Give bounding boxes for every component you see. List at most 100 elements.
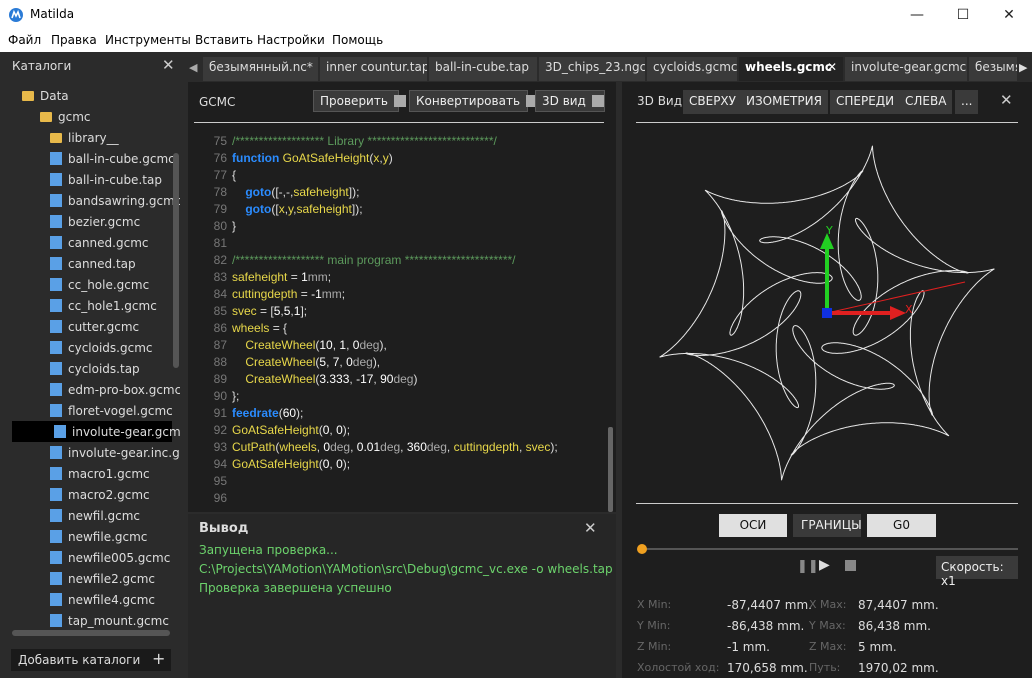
code-line: 84 cuttingdepth = -1mm;: [188, 287, 345, 304]
view-top-button[interactable]: СВЕРХУ: [683, 90, 742, 114]
convert-button[interactable]: Конвертировать: [409, 90, 539, 112]
pause-icon[interactable]: ❚❚: [797, 559, 819, 574]
tree-file[interactable]: cc_hole1.gcmc: [50, 295, 157, 316]
y-axis-label: Y: [825, 224, 833, 237]
add-catalog-button[interactable]: Добавить каталоги +: [11, 649, 171, 671]
tree-file[interactable]: newfile2.gcmc: [50, 568, 155, 589]
tree-file[interactable]: bezier.gcmc: [50, 211, 140, 232]
code-token: 1: [301, 270, 308, 284]
tab-close-icon[interactable]: ✕: [827, 60, 837, 74]
tree-file[interactable]: involute-gear.inc.gcmc: [50, 442, 180, 463]
code-token: cuttingdepth: [232, 287, 298, 301]
z-axis-origin: [822, 308, 832, 318]
tab-item[interactable]: inner countur.tap*: [320, 57, 427, 81]
speed-button[interactable]: Скорость: x1: [936, 556, 1018, 588]
code-line: 94 GoAtSafeHeight(0, 0);: [188, 457, 350, 474]
code-token: mm: [321, 287, 342, 301]
code-token: CreateWheel: [245, 355, 316, 369]
view-isometric-button[interactable]: ИЗОМЕТРИЯ: [740, 90, 828, 114]
tree-item-label: tap_mount.gcmc: [68, 613, 169, 628]
tab-item[interactable]: безымя: [969, 57, 1017, 81]
tree-file[interactable]: newfile005.gcmc: [50, 547, 170, 568]
tab-item[interactable]: безымянный.nc*: [203, 57, 318, 81]
stop-icon[interactable]: [845, 560, 856, 571]
tree-file[interactable]: edm-pro-box.gcmc: [50, 379, 180, 400]
code-token: /******************* Library ***********…: [232, 134, 497, 148]
menu-help[interactable]: Помощь: [332, 33, 383, 47]
tree-file[interactable]: canned.tap: [50, 253, 136, 274]
view3d-close-icon[interactable]: ✕: [1000, 91, 1013, 109]
tree-file[interactable]: cycloids.tap: [50, 358, 140, 379]
menu-file[interactable]: Файл: [8, 33, 41, 47]
code-line: 88 CreateWheel(5, 7, 0deg),: [188, 355, 381, 372]
file-icon: [50, 488, 62, 501]
menu-insert[interactable]: Вставить: [195, 33, 253, 47]
g0-toggle-button[interactable]: G0: [867, 514, 936, 537]
tab-item[interactable]: 3D_chips_23.ngc: [539, 57, 645, 81]
tree-file[interactable]: bandsawring.gcmc: [50, 190, 180, 211]
code-token: ,: [350, 440, 357, 454]
viewport-3d[interactable]: Y X: [622, 127, 1032, 497]
tree-file[interactable]: floret-vogel.gcmc: [50, 400, 173, 421]
catalog-close-icon[interactable]: ✕: [162, 56, 175, 74]
catalog-title: Каталоги: [12, 59, 72, 73]
code-area[interactable]: 75 /******************* Library *********…: [188, 132, 606, 512]
tree-file[interactable]: macro1.gcmc: [50, 463, 150, 484]
code-token: {: [232, 168, 237, 182]
code-line: 85 svec = [5,5,1];: [188, 304, 307, 321]
tree-file[interactable]: newfile.gcmc: [50, 526, 147, 547]
maximize-button[interactable]: ☐: [940, 0, 986, 30]
tree-file[interactable]: macro2.gcmc: [50, 484, 150, 505]
check-button[interactable]: Проверить: [313, 90, 406, 112]
view-front-button[interactable]: СПЕРЕДИ: [830, 90, 901, 114]
code-token: ,: [518, 440, 526, 454]
output-line: C:\Projects\YAMotion\YAMotion\src\Debug\…: [199, 562, 615, 576]
tree-file[interactable]: tap_mount.gcmc: [50, 610, 169, 630]
tree-folder[interactable]: library__: [50, 127, 119, 148]
divider: [194, 122, 604, 123]
view3d-button[interactable]: 3D вид: [535, 90, 605, 112]
axes-toggle-button[interactable]: ОСИ: [719, 514, 787, 537]
view-left-button[interactable]: СЛЕВА: [899, 90, 953, 114]
tree-file[interactable]: newfil.gcmc: [50, 505, 140, 526]
tab-item[interactable]: involute-gear.gcmc: [845, 57, 967, 81]
tab-scroll-left-icon[interactable]: ◀: [189, 61, 197, 74]
tree-file[interactable]: ball-in-cube.gcmc: [50, 148, 175, 169]
playback-slider-knob[interactable]: [637, 544, 647, 554]
playback-track[interactable]: [639, 548, 1018, 550]
stat-label: X Max:: [809, 598, 847, 611]
minimize-button[interactable]: —: [894, 0, 940, 30]
tab-scroll-right-icon[interactable]: ▶: [1019, 61, 1027, 74]
play-icon[interactable]: ▶: [819, 557, 830, 573]
tree-vertical-scrollbar[interactable]: [173, 153, 179, 368]
close-window-button[interactable]: ✕: [986, 0, 1032, 30]
app-logo-icon: [9, 8, 23, 22]
tab-active[interactable]: wheels.gcmc ✕: [739, 57, 843, 81]
tree-file[interactable]: cycloids.gcmc: [50, 337, 153, 358]
output-close-icon[interactable]: ✕: [584, 519, 597, 537]
menu-settings[interactable]: Настройки: [257, 33, 325, 47]
menu-edit[interactable]: Правка: [51, 33, 97, 47]
tree-horizontal-scrollbar[interactable]: [12, 630, 170, 636]
tree-file[interactable]: cutter.gcmc: [50, 316, 139, 337]
tree-file[interactable]: newfile4.gcmc: [50, 589, 155, 610]
tree-folder[interactable]: gcmc: [40, 106, 91, 127]
code-token: wheels: [279, 440, 317, 454]
check-icon: [393, 95, 406, 107]
tree-file[interactable]: ball-in-cube.tap: [50, 169, 162, 190]
menu-tools[interactable]: Инструменты: [105, 33, 191, 47]
tab-item[interactable]: cycloids.gcmc: [647, 57, 737, 81]
stat-value: 86,438 mm.: [858, 619, 931, 633]
code-line: 90};: [188, 389, 240, 406]
line-number: 96: [213, 491, 227, 505]
tab-item[interactable]: ball-in-cube.tap: [429, 57, 537, 81]
tree-file[interactable]: cc_hole.gcmc: [50, 274, 149, 295]
bounds-toggle-button[interactable]: ГРАНИЦЫ: [793, 514, 862, 537]
code-scrollbar[interactable]: [608, 427, 613, 512]
tree-folder[interactable]: Data: [22, 85, 69, 106]
tree-file[interactable]: involute-gear.gcmc: [12, 421, 180, 442]
view-more-button[interactable]: ...: [955, 90, 979, 114]
output-line: Запущена проверка...: [199, 543, 338, 557]
tree-file[interactable]: canned.gcmc: [50, 232, 148, 253]
